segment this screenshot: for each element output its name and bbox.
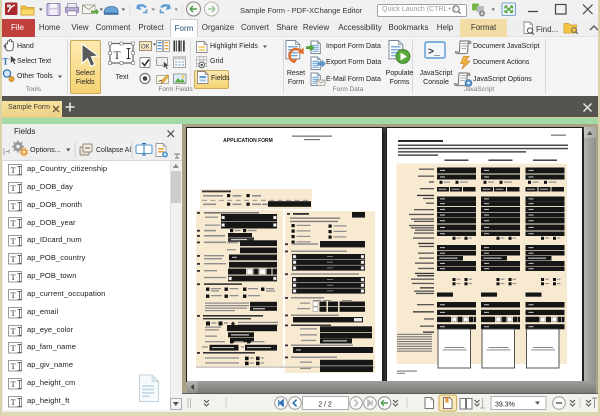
svg-text:T: T [114,50,121,62]
svg-text:>_: >_ [428,48,441,59]
svg-text:T: T [11,236,17,246]
svg-text:T: T [3,57,9,67]
svg-text:39.3%: 39.3% [495,401,515,408]
svg-text:T: T [11,290,17,300]
svg-text:OK: OK [141,45,150,51]
svg-text:Collapse All: Collapse All [96,147,133,154]
svg-text:T: T [11,254,17,264]
svg-text:T: T [11,201,17,211]
svg-text:T: T [11,397,17,407]
svg-text:T: T [11,183,17,193]
svg-text:Options...: Options... [30,145,61,154]
svg-text:T: T [11,218,17,228]
svg-text:T: T [11,308,17,318]
svg-text:T: T [11,165,17,175]
svg-text:T: T [11,272,17,282]
svg-text:T: T [11,379,17,389]
svg-text:T: T [11,361,17,371]
svg-text:T: T [11,326,17,336]
svg-text:T: T [11,343,17,353]
svg-text:APPLICATION FORM: APPLICATION FORM [223,137,273,143]
svg-text:2 / 2: 2 / 2 [318,401,332,408]
